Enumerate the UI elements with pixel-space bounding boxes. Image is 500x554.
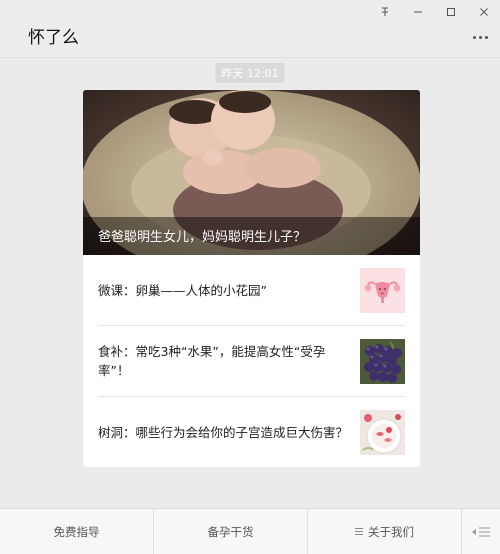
maximize-icon[interactable] [434,0,467,24]
article-item-2[interactable]: 食补：常吃3种“水果”，能提高女性“受孕率”！ [98,326,405,397]
article-item-title: 树洞：哪些行为会给你的子宫造成巨大伤害？ [98,425,349,440]
keyboard-switch-icon[interactable] [462,509,500,554]
cover-article-title: 爸爸聪明生女儿，妈妈聪明生儿子？ [98,230,307,245]
menu-label: 关于我们 [368,524,414,539]
chat-title: 怀了么 [28,28,79,48]
more-options-icon[interactable] [473,36,488,39]
menu-free-guidance[interactable]: 免费指导 [0,509,154,554]
article-item-1[interactable]: 微课：卵巢——人体的小花园” [98,255,405,326]
grapes-photo-icon [360,338,405,384]
article-card[interactable]: 爸爸聪明生女儿，妈妈聪明生儿子？ 微课：卵巢——人体的小花园” 食补：常吃3种“… [83,90,420,467]
window-controls [368,0,500,24]
menu-pregnancy-tips[interactable]: 备孕干货 [154,509,308,554]
menu-about-us[interactable]: 关于我们 [308,509,462,554]
ovary-illustration-icon [360,267,405,313]
close-icon[interactable] [467,0,500,24]
cover-article[interactable]: 爸爸聪明生女儿，妈妈聪明生儿子？ [83,90,420,255]
food-plate-photo-icon [360,410,405,455]
menu-label: 免费指导 [53,524,100,539]
article-item-title: 微课：卵巢——人体的小花园” [98,282,267,298]
submenu-icon [355,528,363,535]
article-item-3[interactable]: 树洞：哪些行为会给你的子宫造成巨大伤害？ [98,397,405,467]
pin-icon[interactable] [368,0,401,24]
message-timestamp: 昨天 12:01 [215,63,285,83]
menu-label: 备孕干货 [207,524,254,539]
article-item-title: 食补：常吃3种“水果”，能提高女性“受孕率”！ [98,344,326,378]
official-account-menu-bar: 免费指导 备孕干货 关于我们 [0,508,500,554]
minimize-icon[interactable] [401,0,434,24]
